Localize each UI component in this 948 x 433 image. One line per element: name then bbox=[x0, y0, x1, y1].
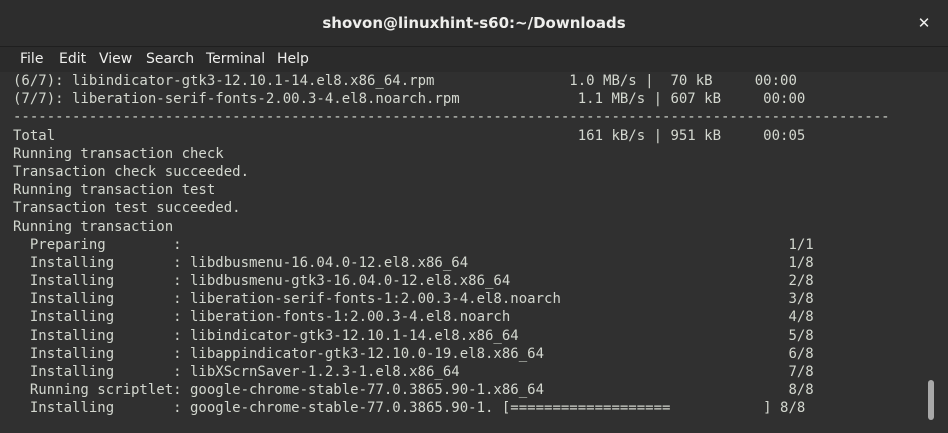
terminal-line: Running transaction bbox=[13, 218, 174, 235]
terminal-line: Installing : libdbusmenu-16.04.0-12.el8.… bbox=[13, 254, 814, 271]
terminal-line: Transaction check succeeded. bbox=[13, 163, 250, 180]
terminal-line: ----------------------------------------… bbox=[13, 109, 890, 126]
menu-search[interactable]: Search bbox=[146, 47, 194, 72]
menu-terminal[interactable]: Terminal bbox=[206, 47, 265, 72]
terminal-line: Installing : libindicator-gtk3-12.10.1-1… bbox=[13, 327, 814, 344]
terminal-output[interactable]: (6/7): libindicator-gtk3-12.10.1-14.el8.… bbox=[0, 72, 920, 433]
terminal-line: Preparing : 1/1 bbox=[13, 236, 814, 253]
terminal-line: Installing : libdbusmenu-gtk3-16.04.0-12… bbox=[13, 273, 814, 290]
scrollbar[interactable] bbox=[920, 72, 948, 433]
terminal-line: Running transaction check bbox=[13, 145, 224, 162]
terminal-line: Installing : liberation-serif-fonts-1:2.… bbox=[13, 291, 814, 308]
terminal-line: Installing : libappindicator-gtk3-12.10.… bbox=[13, 345, 814, 362]
menu-view[interactable]: View bbox=[99, 47, 132, 72]
menu-bar: File Edit View Search Terminal Help bbox=[0, 47, 948, 72]
title-bar[interactable]: shovon@linuxhint-s60:~/Downloads ✕ bbox=[0, 0, 948, 47]
close-icon[interactable]: ✕ bbox=[914, 13, 934, 33]
window-title: shovon@linuxhint-s60:~/Downloads bbox=[322, 14, 626, 32]
terminal-line: Running transaction test bbox=[13, 182, 216, 199]
terminal-line: Total 161 kB/s | 951 kB 00:05 bbox=[13, 127, 806, 144]
terminal-line: (7/7): liberation-serif-fonts-2.00.3-4.e… bbox=[13, 91, 806, 108]
menu-file[interactable]: File bbox=[20, 47, 43, 72]
terminal-line: Installing : liberation-fonts-1:2.00.3-4… bbox=[13, 309, 814, 326]
terminal-line: Transaction test succeeded. bbox=[13, 200, 241, 217]
terminal-line: Installing : google-chrome-stable-77.0.3… bbox=[13, 400, 806, 417]
menu-edit[interactable]: Edit bbox=[59, 47, 86, 72]
terminal-text: (6/7): libindicator-gtk3-12.10.1-14.el8.… bbox=[0, 72, 920, 418]
terminal-line: (6/7): libindicator-gtk3-12.10.1-14.el8.… bbox=[13, 73, 797, 89]
terminal-line: Running scriptlet: google-chrome-stable-… bbox=[13, 382, 814, 399]
menu-help[interactable]: Help bbox=[277, 47, 309, 72]
terminal-window: shovon@linuxhint-s60:~/Downloads ✕ File … bbox=[0, 0, 948, 433]
scrollbar-thumb[interactable] bbox=[928, 379, 934, 420]
terminal-line: Installing : libXScrnSaver-1.2.3-1.el8.x… bbox=[13, 364, 814, 380]
